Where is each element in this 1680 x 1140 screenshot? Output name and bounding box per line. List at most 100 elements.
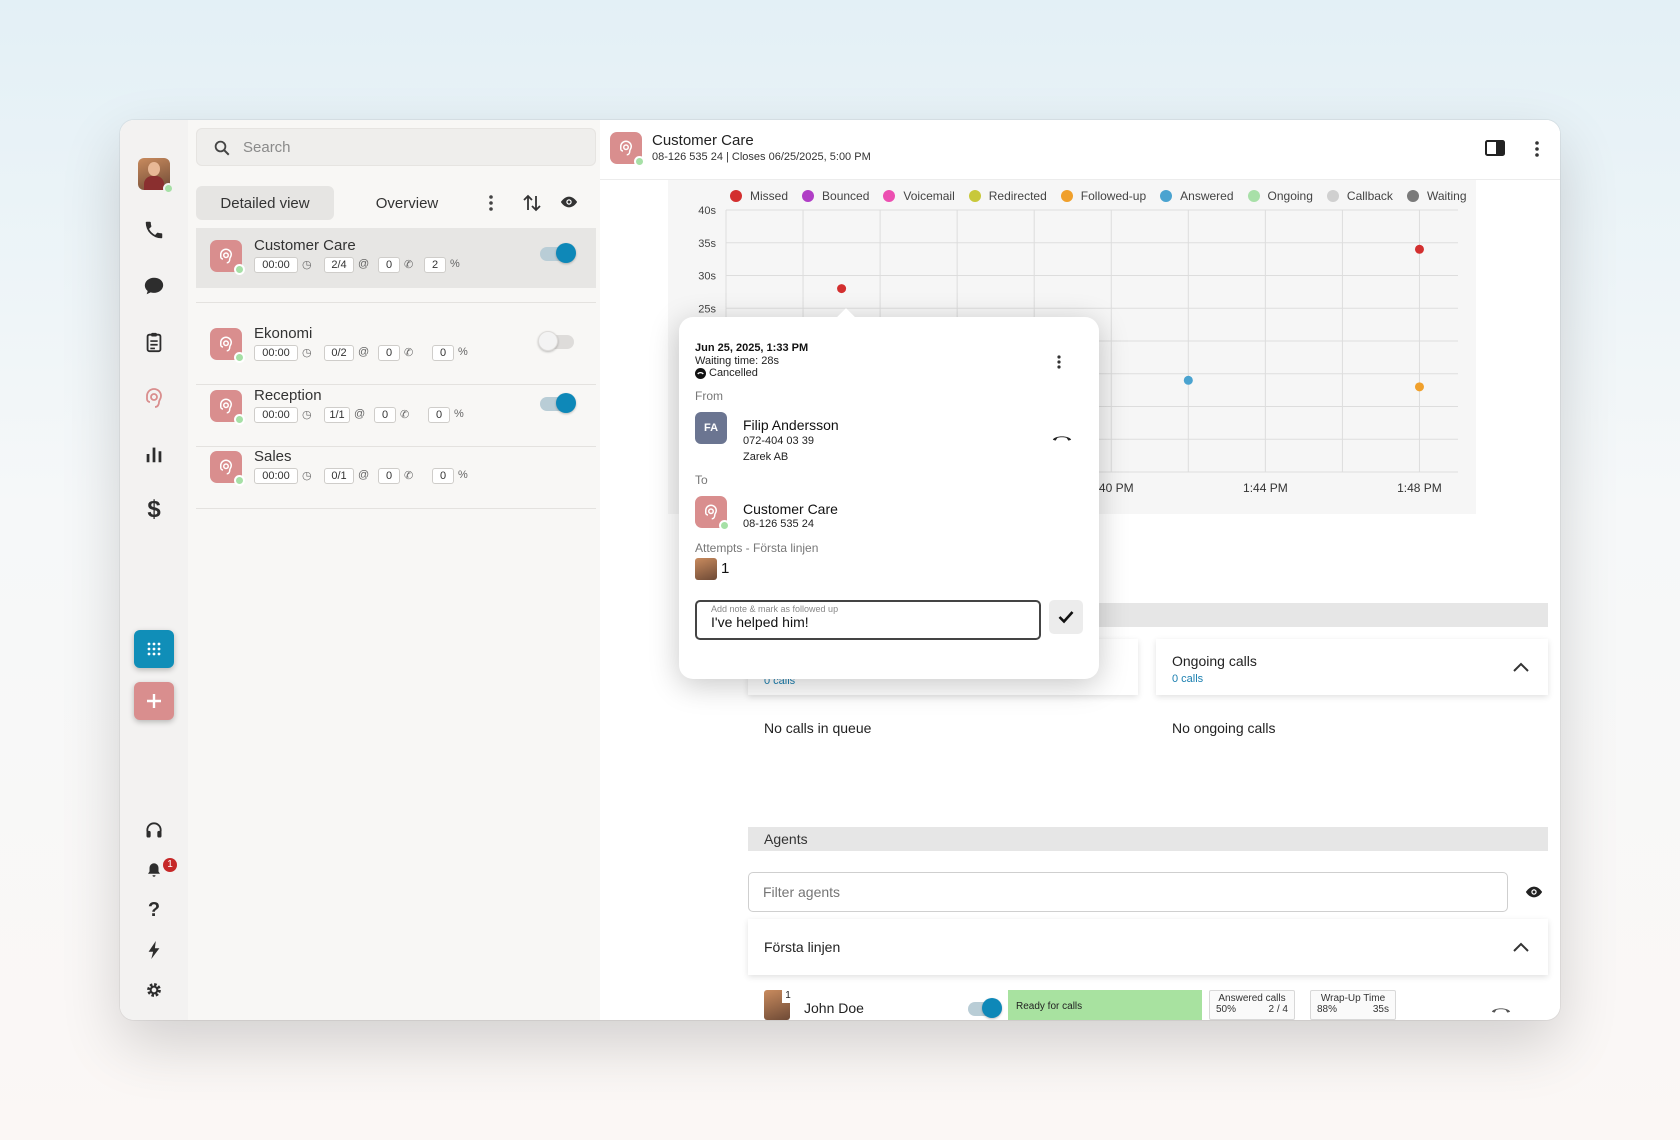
lightning-icon[interactable] [140,936,168,964]
hangup-icon[interactable] [1490,1004,1512,1014]
filter-agents-input[interactable] [763,873,1483,911]
queue-calls: 0 [374,407,396,423]
help-icon[interactable]: ? [140,896,168,924]
agent-icon: @ [358,469,370,481]
note-input[interactable]: I've helped him! [711,614,809,630]
user-avatar[interactable] [138,158,174,194]
chevron-up-icon[interactable] [1512,941,1530,953]
phone-icon[interactable] [140,216,168,244]
more-options-icon[interactable] [1534,140,1540,158]
legend-swatch [1247,190,1260,202]
queue-header: Customer Care 08-126 535 24 | Closes 06/… [600,120,1560,180]
gear-icon[interactable] [140,976,168,1004]
agent-toggle[interactable] [968,998,1002,1018]
legend-swatch [883,190,896,202]
legend-label: Ongoing [1267,189,1313,203]
data-point-answered [1183,375,1193,385]
tab-detailed-view[interactable]: Detailed view [196,186,334,220]
queue-row-sales[interactable]: Sales 00:00 ◷ 0/1 @ 0 ✆ 0 % [196,439,596,499]
legend-item-answered[interactable]: Answered [1160,189,1234,203]
panel-toggle-icon[interactable] [1485,140,1505,156]
queue-row-customer-care[interactable]: Customer Care 00:00 ◷ 2/4 @ 0 ✆ 2 % [196,228,596,288]
waiting-time: Waiting time: 28s [695,355,779,367]
more-options-icon[interactable] [488,194,494,212]
queue-toggle[interactable] [538,331,574,351]
clipboard-icon[interactable] [140,328,168,356]
x-tick-label: 1:48 PM [1397,481,1442,495]
legend-swatch [1160,190,1173,202]
legend-item-missed[interactable]: Missed [730,189,788,203]
dialpad-button[interactable] [134,630,174,668]
agent-group-card[interactable]: Första linjen [748,919,1548,975]
queue-time: 00:00 [254,345,298,361]
legend-item-waiting[interactable]: Waiting [1406,189,1467,203]
queue-icon[interactable] [140,384,168,412]
legend-item-callback[interactable]: Callback [1326,189,1393,203]
wrap-up-stat: Wrap-Up Time 88% 35s [1310,990,1396,1020]
ongoing-calls-card[interactable]: Ongoing calls 0 calls [1156,639,1548,695]
legend-item-redirected[interactable]: Redirected [968,189,1047,203]
hangup-icon[interactable] [1051,432,1073,442]
add-button[interactable] [134,682,174,720]
search-box[interactable] [196,128,596,166]
agent-icon: @ [358,346,370,358]
legend-label: Bounced [822,189,870,203]
clock-icon: ◷ [302,347,312,359]
page-subtitle: 08-126 535 24 | Closes 06/25/2025, 5:00 … [652,151,871,163]
y-tick-label: 25s [698,303,716,315]
caller-company: Zarek AB [743,451,789,463]
filter-agents-box[interactable] [748,872,1508,912]
tab-overview[interactable]: Overview [338,186,476,220]
legend-item-voicemail[interactable]: Voicemail [883,189,955,203]
more-options-icon[interactable] [1056,354,1062,370]
y-tick-label: 40s [698,205,716,217]
call-datetime: Jun 25, 2025, 1:33 PM [695,342,809,354]
phone-icon: ✆ [404,259,414,271]
wrap-up-percent: 88% [1317,1004,1338,1015]
queue-percent: 2 [424,257,446,273]
chat-icon[interactable] [140,272,168,300]
dollar-icon[interactable]: $ [140,496,168,524]
submit-note-button[interactable] [1049,600,1083,634]
legend-item-ongoing[interactable]: Ongoing [1247,189,1313,203]
eye-icon[interactable] [1525,885,1543,899]
legend-item-followed-up[interactable]: Followed-up [1060,189,1146,203]
legend-swatch [802,190,815,202]
legend-label: Answered [1180,189,1234,203]
headset-icon[interactable] [140,816,168,844]
queue-icon [210,240,245,275]
queue-icon [210,451,245,486]
cancelled-icon [695,367,706,379]
dialpad-icon [147,642,161,656]
queue-toggle[interactable] [540,243,576,263]
agent-status[interactable]: Ready for calls [1008,990,1202,1020]
queue-avatar [695,496,730,531]
note-field[interactable]: Add note & mark as followed up I've help… [695,600,1041,640]
empty-ongoing-text: No ongoing calls [1172,720,1276,736]
queue-row-ekonomi[interactable]: Ekonomi 00:00 ◷ 0/2 @ 0 ✆ 0 % [196,316,596,376]
data-point-missed [837,284,847,294]
chevron-up-icon[interactable] [1512,661,1530,673]
queue-row-reception[interactable]: Reception 00:00 ◷ 1/1 @ 0 ✆ 0 % [196,378,596,438]
agent-icon: @ [354,408,366,420]
eye-icon[interactable] [560,195,578,209]
agent-badge: 1 [782,990,794,1003]
queue-agents: 2/4 [324,257,354,273]
legend-item-bounced[interactable]: Bounced [802,189,869,203]
search-input[interactable] [243,129,583,165]
queue-time: 00:00 [254,407,298,423]
queue-toggle[interactable] [540,393,576,413]
queue-agents: 1/1 [324,407,350,423]
wrap-up-label: Wrap-Up Time [1320,993,1386,1004]
answered-calls-label: Answered calls [1218,993,1286,1004]
app-window: $ 1 ? Detailed view Overview [120,120,1560,1020]
y-tick-label: 30s [698,271,716,283]
queue-icon [210,390,245,425]
queue-calls: 0 [378,257,400,273]
search-icon [214,140,230,156]
data-point-missed [1414,244,1424,254]
bar-chart-icon[interactable] [140,440,168,468]
answered-calls-percent: 50% [1216,1004,1237,1015]
sort-icon[interactable] [522,194,542,212]
queue-name: Sales [254,448,292,465]
